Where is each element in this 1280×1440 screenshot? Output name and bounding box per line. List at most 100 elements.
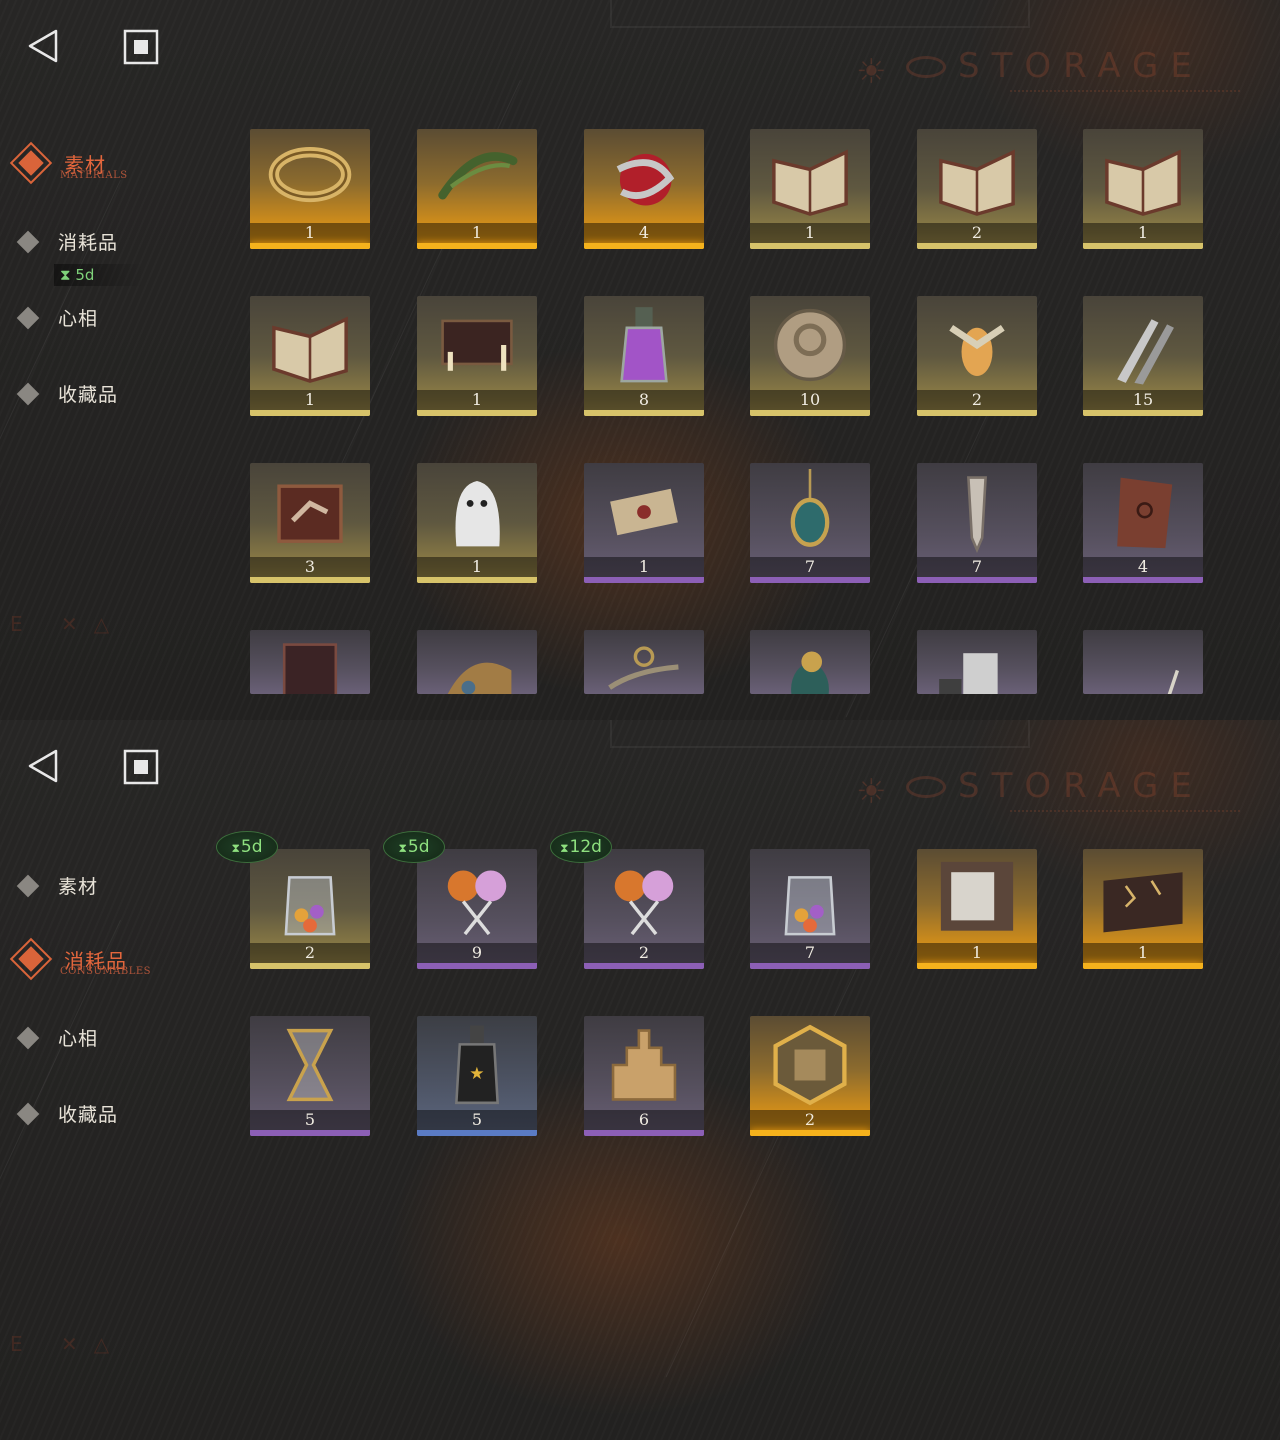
inventory-item-puzzle-medal[interactable]: 2 [750,1016,870,1136]
item-frame: 2 [917,129,1037,249]
item-frame: 2 [250,849,370,969]
item-frame: 1 [250,296,370,416]
inventory-item-red-rune-book[interactable]: 1 [750,129,870,249]
rarity-bar [417,410,537,416]
inventory-item-ouija-board[interactable]: 1 [417,296,537,416]
inventory-item-candy-jar[interactable]: 2 ⧗5d [216,831,370,969]
inventory-item-hand-in-box[interactable]: 3 [250,463,370,583]
sidebar-item-label: 收藏品 [58,384,119,406]
timer-value: 5d [75,266,95,284]
hourglass-icon: ⧗ [231,841,240,855]
photo-box-icon [940,861,1014,931]
item-frame: 1 [750,129,870,249]
inventory-item-stone-tablet[interactable]: 4 [1083,463,1203,583]
inventory-item-blue-rune-book[interactable]: 1 [1083,129,1203,249]
item-frame: 5 [250,1016,370,1136]
item-count: 2 [638,943,650,962]
item-count: 1 [471,223,483,242]
sidebar-item-label: 消耗品 [58,232,119,254]
item-frame: 1 [250,129,370,249]
laurel-wreath-icon [438,152,518,200]
rarity-bar [750,577,870,583]
inventory-item-brass-device[interactable] [417,630,537,694]
inventory-item-gold-rune-book[interactable]: 1 [250,296,370,416]
item-count: 1 [971,943,983,962]
inventory-item-laurel-wreath[interactable]: 1 [417,129,537,249]
inventory-item-bottle-stars[interactable]: ★ 5 [417,1016,537,1136]
inventory-item-snake-apple[interactable]: 4 [584,129,704,249]
inventory-item-winged-key[interactable] [584,630,704,694]
rarity-bar [750,963,870,969]
inventory-item-coffin-case[interactable] [250,630,370,694]
item-count: 1 [1137,223,1149,242]
inventory-item-brass-medallion[interactable]: 10 [750,296,870,416]
sidebar-item-collectibles[interactable]: 收藏品 [16,380,118,407]
sidebar-item-materials[interactable]: 素材 [16,872,98,899]
green-bird-icon [791,651,829,694]
item-count: 1 [638,557,650,576]
sidebar-item-consumables[interactable]: 消耗品 [16,228,118,255]
inventory-item-lollipops-b[interactable]: 2 ⧗12d [550,831,704,969]
item-count: 8 [638,390,650,409]
item-count: 10 [799,390,821,409]
inventory-item-photo-box[interactable]: 1 [917,849,1037,969]
rarity-bar [917,577,1037,583]
back-triangle-icon[interactable] [24,746,64,786]
inventory-item-purple-potion[interactable]: 8 [584,296,704,416]
item-frame [917,630,1037,694]
item-count: 1 [1137,943,1149,962]
item-frame: 2 [750,1016,870,1136]
home-square-icon[interactable] [122,28,162,66]
item-count: 15 [1132,390,1154,409]
item-frame: 1 [1083,849,1203,969]
inventory-item-firefly-bulb[interactable]: 2 [917,296,1037,416]
item-count: 2 [304,943,316,962]
item-count: 2 [804,1110,816,1129]
item-count: 6 [638,1110,650,1129]
home-square-icon[interactable] [122,748,162,786]
item-frame: 1 [584,463,704,583]
rarity-bar [750,1130,870,1136]
animal-skeleton-icon [1167,669,1180,694]
inventory-item-green-bird[interactable] [750,630,870,694]
timer-value: 5d [240,837,263,857]
rarity-bar [417,1130,537,1136]
storage-title: STORAGE [958,766,1204,806]
item-count: 1 [304,390,316,409]
inventory-item-ghost-sheet[interactable]: 1 [417,463,537,583]
item-frame: ★ 5 [417,1016,537,1136]
inventory-item-scroll-bundle[interactable]: 1 [584,463,704,583]
inventory-item-silver-bullets[interactable]: 15 [1083,296,1203,416]
inventory-item-candy-jar-b[interactable]: 7 [750,849,870,969]
inventory-item-crystal-pendulum[interactable]: 7 [917,463,1037,583]
svg-text:★: ★ [469,1064,484,1084]
inventory-item-silver-ingot[interactable] [917,630,1037,694]
inventory-item-animal-skeleton[interactable] [1083,630,1203,694]
sidebar-item-collectibles[interactable]: 收藏品 [16,1100,118,1127]
top-decoration [610,0,1030,28]
inventory-item-gold-ring[interactable]: 1 [250,129,370,249]
sidebar-item-materials[interactable]: 素材 MATERIALS [9,140,127,186]
inventory-item-rune-chest[interactable]: 1 [1083,849,1203,969]
sidebar-item-consumables[interactable]: 消耗品 CONSUMABLES [9,936,150,982]
inventory-item-beetle-amulet[interactable]: 7 [750,463,870,583]
timer-value: 12d [569,837,602,857]
inventory-item-green-rune-book[interactable]: 2 [917,129,1037,249]
rune-chest-icon [1103,872,1183,933]
lollipops-b-icon [614,870,674,936]
inventory-item-hourglass[interactable]: 5 [250,1016,370,1136]
gold-rune-book-icon [272,316,348,383]
storage-subtitle-decoration [1010,90,1240,96]
item-frame [1083,630,1203,694]
item-count: 5 [304,1110,316,1129]
sidebar-item-xinxiang[interactable]: 心相 [16,1024,98,1051]
item-count: 1 [304,223,316,242]
hand-in-box-icon [277,484,343,543]
coffin-case-icon [282,643,338,694]
item-frame: 1 [917,849,1037,969]
inventory-item-lollipops[interactable]: 9 ⧗5d [383,831,537,969]
back-triangle-icon[interactable] [24,26,64,66]
inventory-item-sand-castle[interactable]: 6 [584,1016,704,1136]
rarity-bar [584,410,704,416]
sidebar-item-xinxiang[interactable]: 心相 [16,304,98,331]
